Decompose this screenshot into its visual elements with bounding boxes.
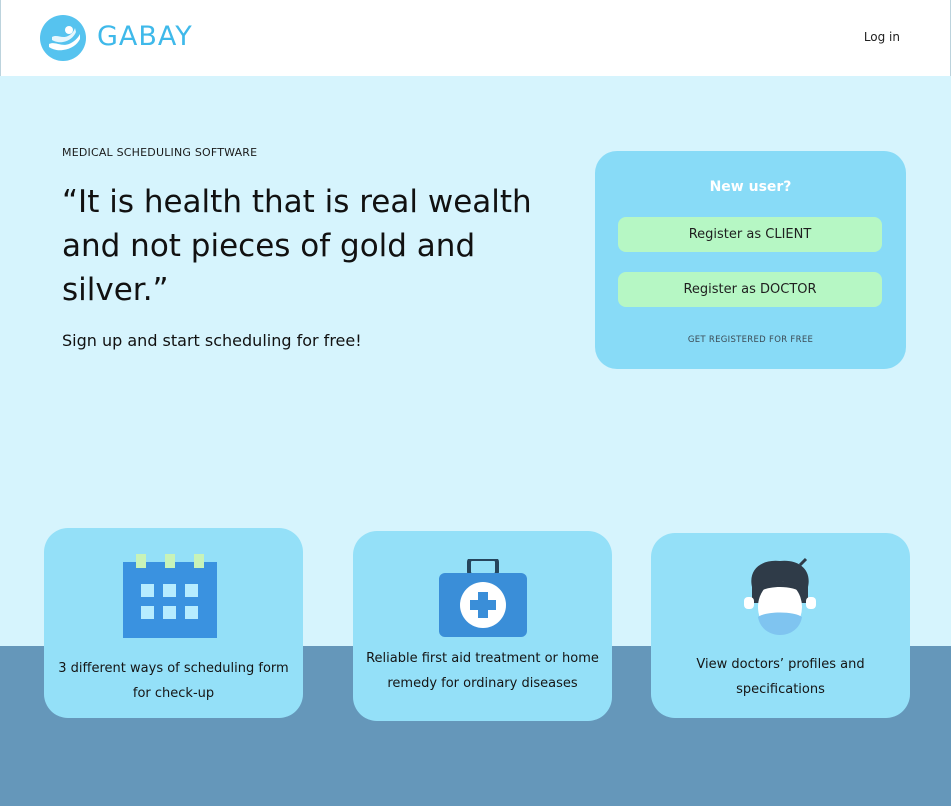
feature-text: Reliable first aid treatment or home rem… [366, 651, 599, 691]
hand-logo-icon[interactable] [39, 14, 87, 62]
feature-card-scheduling: 3 different ways of scheduling form for … [44, 528, 303, 718]
masked-doctor-icon [744, 557, 816, 635]
login-link[interactable]: Log in [864, 30, 900, 44]
feature-text: View doctors’ profiles and specification… [696, 657, 865, 697]
register-client-button[interactable]: Register as CLIENT [618, 217, 882, 252]
calendar-icon [123, 554, 217, 638]
hero-tagline: MEDICAL SCHEDULING SOFTWARE [62, 146, 258, 159]
brand-name[interactable]: GABAY [97, 20, 193, 54]
register-title: New user? [709, 179, 792, 195]
hero-quote: “It is health that is real wealth and no… [62, 184, 532, 308]
hero-signup-text: Sign up and start scheduling for free! [62, 331, 362, 350]
register-doctor-button[interactable]: Register as DOCTOR [618, 272, 882, 307]
first-aid-kit-icon [439, 559, 527, 637]
register-note: GET REGISTERED FOR FREE [687, 335, 814, 345]
top-nav-bar: GABAY Log in [0, 0, 951, 76]
feature-text: 3 different ways of scheduling form for … [58, 661, 289, 701]
feature-card-doctor-profiles: View doctors’ profiles and specification… [651, 533, 910, 718]
feature-card-first-aid: Reliable first aid treatment or home rem… [353, 531, 612, 721]
register-card: New user? Register as CLIENT Register as… [595, 151, 906, 369]
